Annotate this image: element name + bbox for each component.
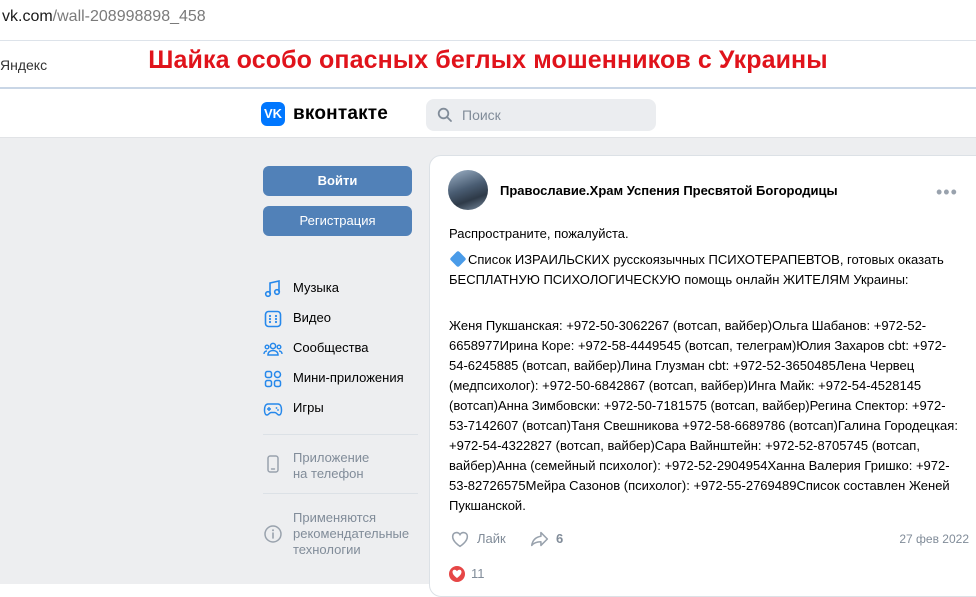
- post-actions: Лайк 6 27 фев 2022: [449, 528, 969, 552]
- search-icon: [437, 107, 452, 122]
- heart-icon[interactable]: [449, 528, 471, 550]
- vk-header: VK вконтакте Поиск: [0, 89, 976, 138]
- avatar[interactable]: [448, 170, 488, 210]
- page-body: Войти Регистрация Музыка Видео Сообществ…: [0, 138, 976, 597]
- share-icon[interactable]: [529, 528, 551, 550]
- post-text-heading: Список ИЗРАИЛЬСКИХ русскоязычных ПСИХОТЕ…: [449, 250, 959, 290]
- sidebar-divider: [263, 493, 418, 494]
- mobile-app-line2: на телефон: [293, 466, 364, 481]
- post-card: Православие.Храм Успения Пресвятой Богор…: [429, 155, 976, 597]
- overlay-caption: Шайка особо опасных беглых мошенников с …: [148, 46, 828, 74]
- register-button[interactable]: Регистрация: [263, 206, 412, 236]
- url-text[interactable]: vk.com/wall-208998898_458: [2, 8, 206, 26]
- heart-reaction-icon: [449, 566, 465, 582]
- info-icon: [264, 525, 282, 543]
- rec-line2: рекомендательные: [293, 526, 410, 541]
- music-icon: [264, 280, 281, 298]
- mobile-app-line1: Приложение: [293, 450, 370, 465]
- sidebar-item-label: Мини-приложения: [293, 370, 404, 385]
- rec-line1: Применяются: [293, 510, 377, 525]
- post-heading-text: Список ИЗРАИЛЬСКИХ русскоязычных ПСИХОТЕ…: [449, 252, 944, 287]
- sidebar-item-label: Сообщества: [293, 340, 369, 355]
- phone-icon: [267, 455, 279, 473]
- post-text-intro: Распространите, пожалуйста.: [449, 226, 629, 241]
- games-icon: [263, 403, 283, 416]
- search-input[interactable]: Поиск: [426, 99, 656, 131]
- sidebar-item-label: Видео: [293, 310, 331, 325]
- post-text-body: Женя Пукшанская: +972-50-3062267 (вотсап…: [449, 318, 958, 513]
- login-button[interactable]: Войти: [263, 166, 412, 196]
- diamond-icon: [449, 250, 467, 268]
- reactions-count: 11: [471, 566, 485, 581]
- mini-apps-icon: [264, 370, 282, 388]
- sidebar-item-label: Музыка: [293, 280, 339, 295]
- video-icon: [264, 310, 282, 328]
- communities-icon: [263, 342, 283, 356]
- url-host: vk.com: [2, 8, 53, 25]
- vk-logo-icon[interactable]: VK: [261, 102, 285, 126]
- post-date[interactable]: 27 фев 2022: [899, 532, 969, 546]
- share-count: 6: [556, 531, 564, 546]
- vk-brand-name[interactable]: вконтакте: [293, 103, 388, 125]
- rec-line3: технологии: [293, 542, 361, 557]
- post-author[interactable]: Православие.Храм Успения Пресвятой Богор…: [500, 183, 838, 198]
- more-options-icon[interactable]: •••: [936, 182, 958, 203]
- address-bar[interactable]: vk.com/wall-208998898_458: [0, 0, 976, 40]
- sidebar-item-label: Игры: [293, 400, 324, 415]
- search-placeholder: Поиск: [462, 107, 501, 123]
- like-button[interactable]: Лайк: [477, 531, 506, 546]
- url-path: /wall-208998898_458: [52, 8, 206, 25]
- sidebar-divider: [263, 434, 418, 435]
